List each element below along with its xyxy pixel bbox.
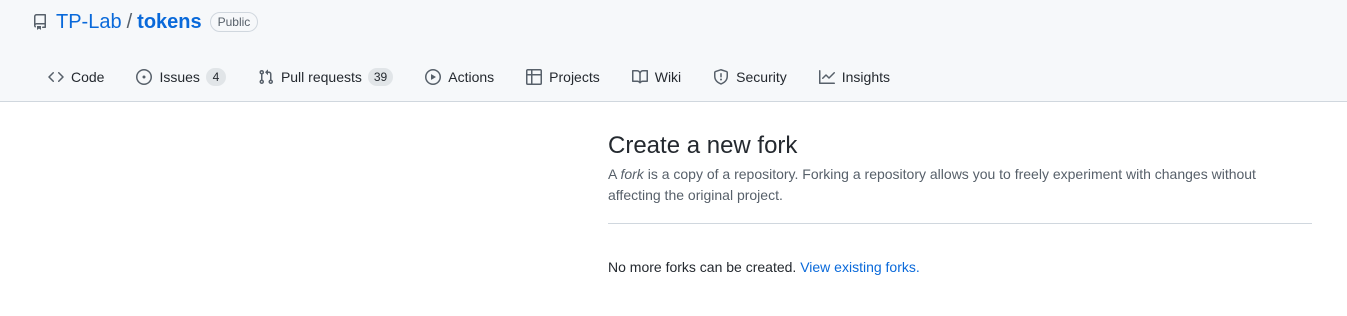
tab-wiki[interactable]: Wiki <box>616 60 697 94</box>
repo-nav-tabs: Code Issues 4 Pull requests 39 Actions P… <box>32 60 906 94</box>
tab-label: Projects <box>549 69 600 85</box>
repo-title: TP-Lab / tokens Public <box>32 10 259 34</box>
book-icon <box>631 69 648 85</box>
visibility-badge: Public <box>209 12 259 32</box>
fork-limit-message: No more forks can be created. View exist… <box>608 259 1312 275</box>
repo-header: TP-Lab / tokens Public Code Issues 4 Pul… <box>0 0 1347 102</box>
fork-description-emphasis: fork <box>620 166 644 182</box>
tab-label: Insights <box>841 69 890 85</box>
tab-issues[interactable]: Issues 4 <box>120 60 241 94</box>
issue-icon <box>136 69 153 85</box>
tab-label: Pull requests <box>280 69 362 85</box>
view-existing-forks-link[interactable]: View existing forks. <box>800 259 920 275</box>
path-separator: / <box>126 10 133 33</box>
play-icon <box>425 69 442 85</box>
tab-label: Actions <box>448 69 495 85</box>
graph-icon <box>818 69 835 85</box>
tab-actions[interactable]: Actions <box>409 60 510 94</box>
repo-owner-link[interactable]: TP-Lab <box>56 11 122 34</box>
pull-request-icon <box>258 69 274 85</box>
shield-icon <box>713 69 729 85</box>
tab-security[interactable]: Security <box>697 60 803 94</box>
issues-counter: 4 <box>205 68 226 86</box>
tab-label: Code <box>71 69 105 85</box>
tab-label: Security <box>736 69 787 85</box>
tab-code[interactable]: Code <box>32 60 120 94</box>
pull-requests-counter: 39 <box>367 68 394 86</box>
tab-projects[interactable]: Projects <box>510 60 616 94</box>
repo-name-link[interactable]: tokens <box>137 11 201 34</box>
fork-description-prefix: A <box>608 166 621 182</box>
tab-insights[interactable]: Insights <box>803 60 906 94</box>
page-title: Create a new fork <box>608 132 798 159</box>
repo-icon <box>32 14 48 30</box>
fork-description-suffix: is a copy of a repository. Forking a rep… <box>608 166 1256 203</box>
table-icon <box>526 69 543 85</box>
divider <box>608 223 1312 224</box>
code-icon <box>48 69 64 85</box>
fork-content: Create a new fork A fork is a copy of a … <box>608 130 1312 275</box>
tab-pull-requests[interactable]: Pull requests 39 <box>242 60 409 94</box>
tab-label: Issues <box>159 69 200 85</box>
fork-description: A fork is a copy of a repository. Forkin… <box>608 164 1268 206</box>
fork-limit-text: No more forks can be created. <box>608 259 797 275</box>
tab-label: Wiki <box>654 69 682 85</box>
